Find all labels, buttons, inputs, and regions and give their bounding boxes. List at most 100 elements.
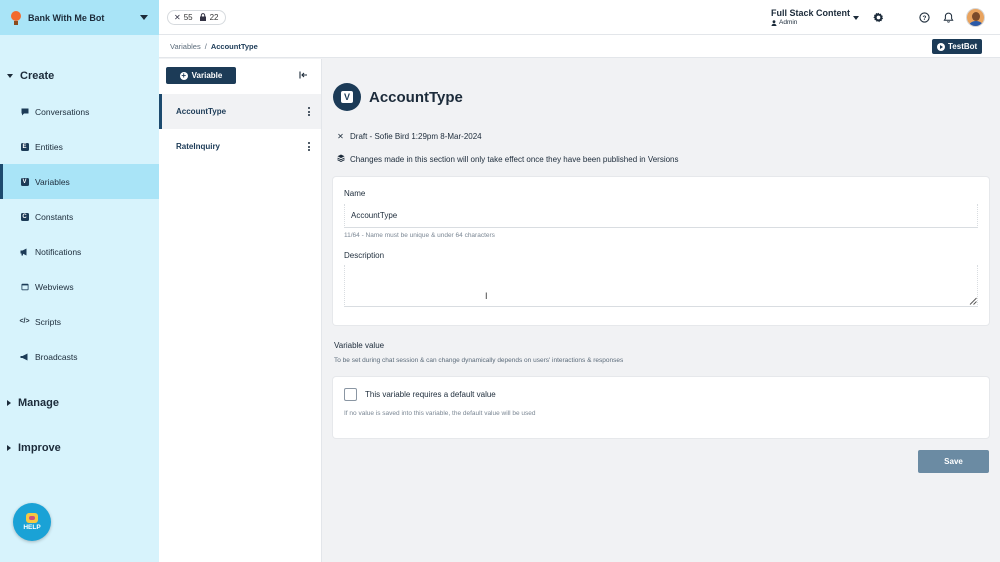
breadcrumb-bar: Variables / AccountType TestBot: [159, 35, 1000, 58]
usage-stats: ✕ 55 22: [167, 10, 226, 25]
sidebar-item-broadcasts[interactable]: Broadcasts: [0, 339, 159, 374]
testbot-button[interactable]: TestBot: [932, 39, 983, 54]
list-item[interactable]: AccountType: [159, 94, 321, 129]
sidebar-item-label: Notifications: [35, 246, 82, 257]
help-circle-icon[interactable]: ?: [918, 11, 930, 23]
sidebar-section-manage[interactable]: Manage: [0, 393, 159, 413]
sidebar: Create Conversations E Entities V Variab…: [0, 35, 159, 562]
variable-value-subtitle: To be set during chat session & can chan…: [334, 357, 624, 364]
sidebar-item-label: Webviews: [35, 281, 74, 292]
entity-icon: E: [20, 142, 29, 151]
list-item[interactable]: RateInquiry: [159, 129, 321, 164]
variable-detail: V AccountType ✕ Draft - Sofie Bird 1:29p…: [323, 59, 1000, 562]
more-vertical-icon[interactable]: [308, 107, 311, 116]
sidebar-item-label: Entities: [35, 141, 63, 152]
sidebar-item-variables[interactable]: V Variables: [0, 164, 159, 199]
collapse-panel-icon[interactable]: [299, 71, 308, 81]
default-value-hint: If no value is saved into this variable,…: [344, 410, 536, 417]
add-variable-button[interactable]: + Variable: [166, 67, 236, 84]
draft-info: ✕ Draft - Sofie Bird 1:29pm 8-Mar-2024: [336, 132, 482, 141]
person-icon: [771, 19, 777, 26]
variables-list-panel: + Variable AccountType RateInquiry: [159, 59, 322, 562]
sidebar-item-scripts[interactable]: </> Scripts: [0, 304, 159, 339]
locks-count: 22: [209, 13, 219, 22]
broadcast-icon: [20, 352, 29, 361]
sidebar-item-notifications[interactable]: Notifications: [0, 234, 159, 269]
help-label: HELP: [23, 524, 41, 531]
tools-icon: ✕: [337, 132, 344, 141]
text-cursor-icon: I: [485, 291, 488, 301]
default-value-checkbox-label[interactable]: This variable requires a default value: [365, 390, 496, 399]
browser-icon: [20, 282, 29, 291]
name-label: Name: [344, 189, 366, 198]
gear-icon[interactable]: [872, 11, 884, 23]
name-field[interactable]: AccountType: [344, 204, 978, 228]
user-chevron-down-icon[interactable]: [853, 16, 859, 20]
sidebar-section-create[interactable]: Create: [0, 66, 159, 86]
triangle-right-icon: [7, 445, 11, 451]
sidebar-item-webviews[interactable]: Webviews: [0, 269, 159, 304]
megaphone-icon: [20, 247, 29, 256]
svg-text:?: ?: [922, 14, 926, 21]
sidebar-item-label: Constants: [35, 211, 74, 222]
description-label: Description: [344, 251, 385, 260]
play-icon: [937, 42, 945, 51]
sidebar-section-improve[interactable]: Improve: [0, 438, 159, 458]
sidebar-item-constants[interactable]: C Constants: [0, 199, 159, 234]
balloon-logo-icon: [10, 10, 22, 25]
constant-icon: C: [20, 212, 29, 221]
sidebar-item-label: Scripts: [35, 316, 61, 327]
chevron-down-icon[interactable]: [140, 15, 148, 20]
draft-info-text: Draft - Sofie Bird 1:29pm 8-Mar-2024: [350, 132, 482, 141]
sidebar-item-label: Conversations: [35, 106, 90, 117]
bot-name: Bank With Me Bot: [28, 12, 105, 23]
user-name: Full Stack Content: [771, 8, 851, 18]
code-icon: </>: [19, 318, 30, 325]
triangle-down-icon: [7, 74, 13, 78]
variable-badge-icon: V: [333, 83, 361, 111]
user-role: Admin: [771, 19, 850, 26]
variable-badge-letter: V: [341, 91, 353, 103]
publish-note: Changes made in this section will only t…: [336, 154, 679, 164]
section-label: Improve: [18, 442, 61, 454]
more-vertical-icon[interactable]: [308, 142, 311, 151]
user-role-label: Admin: [779, 19, 798, 26]
triangle-right-icon: [7, 400, 11, 406]
variable-value-title: Variable value: [334, 341, 385, 350]
sidebar-item-label: Variables: [35, 176, 70, 187]
breadcrumb-current: AccountType: [210, 42, 258, 51]
bot-selector[interactable]: Bank With Me Bot: [0, 0, 159, 35]
user-menu[interactable]: Full Stack Content Admin: [771, 8, 850, 26]
section-label: Manage: [18, 397, 59, 409]
sidebar-item-label: Broadcasts: [35, 351, 78, 362]
testbot-label: TestBot: [948, 42, 978, 51]
description-field[interactable]: [344, 265, 978, 307]
resize-handle-icon[interactable]: [969, 297, 977, 305]
bell-icon[interactable]: [942, 11, 954, 23]
publish-note-text: Changes made in this section will only t…: [350, 154, 679, 164]
avatar[interactable]: [966, 8, 985, 27]
sidebar-item-conversations[interactable]: Conversations: [0, 94, 159, 129]
plus-icon: +: [179, 70, 188, 80]
list-item-label: AccountType: [176, 107, 227, 116]
page-title: AccountType: [369, 89, 463, 106]
breadcrumb: Variables / AccountType: [170, 42, 258, 51]
lock-icon: [199, 12, 207, 23]
name-field-value: AccountType: [351, 211, 398, 220]
sidebar-item-entities[interactable]: E Entities: [0, 129, 159, 164]
default-value-checkbox[interactable]: [344, 388, 357, 401]
help-icon: [26, 513, 38, 523]
variable-icon: V: [20, 177, 29, 186]
add-variable-label: Variable: [191, 71, 223, 80]
layers-icon: [336, 154, 345, 164]
default-value-card: This variable requires a default value I…: [333, 377, 989, 438]
breadcrumb-parent[interactable]: Variables: [170, 42, 201, 51]
name-description-card: Name AccountType 11/64 - Name must be un…: [333, 177, 989, 325]
save-button[interactable]: Save: [918, 450, 989, 473]
list-item-label: RateInquiry: [176, 142, 221, 151]
breadcrumb-separator: /: [204, 42, 207, 51]
help-button[interactable]: HELP: [13, 503, 51, 541]
tools-count: 55: [183, 13, 193, 22]
tools-icon: ✕: [174, 13, 181, 22]
top-bar: Bank With Me Bot ✕ 55 22 Full Stack Conte…: [0, 0, 1000, 35]
